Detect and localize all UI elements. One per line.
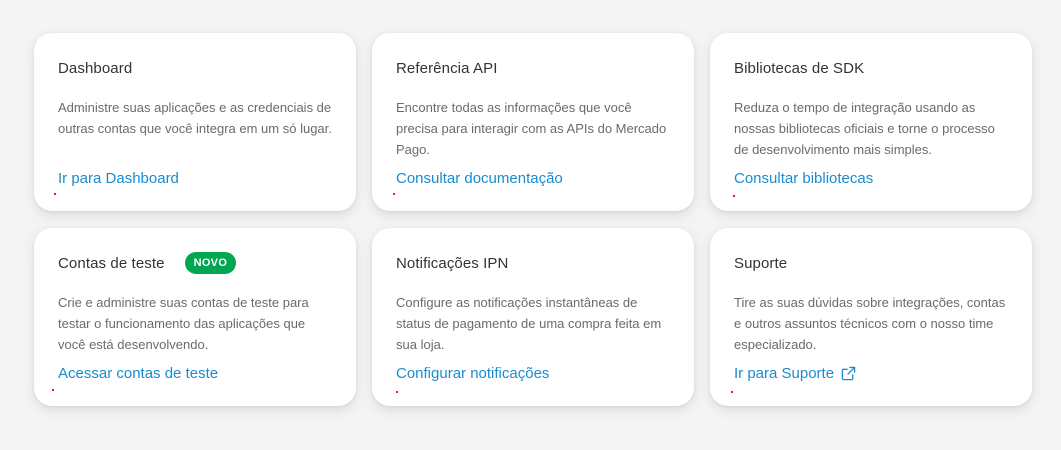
marker-dot [393,193,395,195]
marker-dot [54,193,56,195]
marker-dot [731,391,733,393]
card-title: Suporte [734,254,788,272]
go-to-support-label: Ir para Suporte [734,365,835,382]
card-title-row: Dashboard [58,59,332,77]
configure-notifications-link[interactable]: Configurar notificações [396,365,549,382]
card-description: Encontre todas as informações que você p… [396,100,667,157]
card-description: Configure as notificações instantâneas d… [396,295,662,352]
card-description: Administre suas aplicações e as credenci… [58,100,332,136]
card-ipn-notifications: Notificações IPN Configure as notificaçõ… [372,228,694,406]
card-title: Notificações IPN [396,254,509,272]
card-dashboard: Dashboard Administre suas aplicações e a… [34,33,356,211]
card-test-accounts: Contas de teste NOVO Crie e administre s… [34,228,356,406]
card-description: Reduza o tempo de integração usando as n… [734,100,995,157]
view-libraries-link[interactable]: Consultar bibliotecas [734,170,873,187]
card-title: Bibliotecas de SDK [734,59,865,77]
card-api-reference: Referência API Encontre todas as informa… [372,33,694,211]
card-description: Crie e administre suas contas de teste p… [58,295,309,352]
external-link-icon [841,366,856,381]
card-title-row: Contas de teste NOVO [58,252,332,274]
access-test-accounts-link[interactable]: Acessar contas de teste [58,365,218,382]
go-to-dashboard-link[interactable]: Ir para Dashboard [58,170,179,187]
marker-dot [52,389,54,391]
card-sdk-libraries: Bibliotecas de SDK Reduza o tempo de int… [710,33,1032,211]
card-title: Referência API [396,59,498,77]
card-title-row: Suporte [734,254,1008,272]
marker-dot [733,195,735,197]
marker-dot [396,391,398,393]
card-description: Tire as suas dúvidas sobre integrações, … [734,295,1006,352]
new-badge: NOVO [184,252,237,274]
go-to-support-link[interactable]: Ir para Suporte [734,365,856,382]
resources-grid: Dashboard Administre suas aplicações e a… [0,0,1061,450]
card-title-row: Notificações IPN [396,254,670,272]
card-title-row: Referência API [396,59,670,77]
card-title-row: Bibliotecas de SDK [734,59,1008,77]
card-title: Dashboard [58,59,133,77]
card-title: Contas de teste [58,254,165,272]
card-support: Suporte Tire as suas dúvidas sobre integ… [710,228,1032,406]
view-documentation-link[interactable]: Consultar documentação [396,170,563,187]
